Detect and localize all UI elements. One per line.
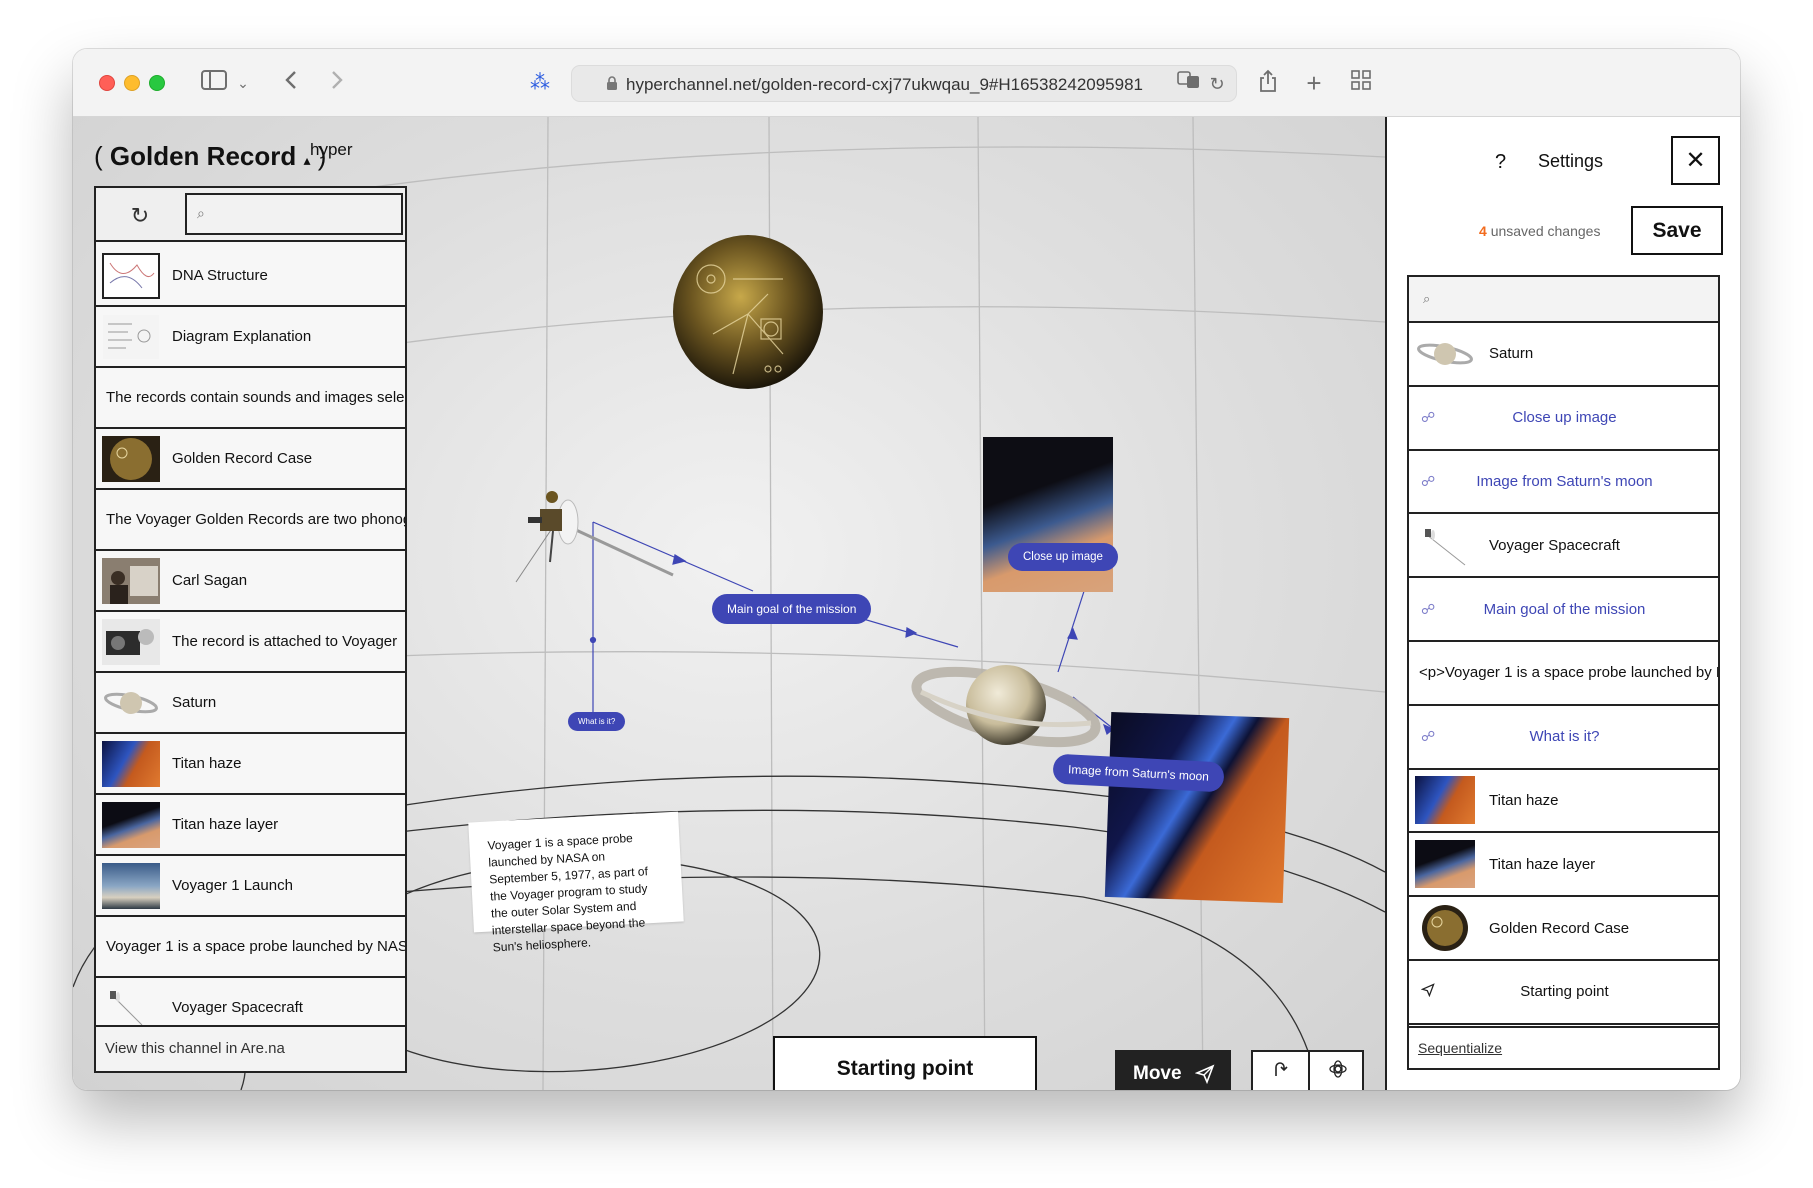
record-attached-thumb — [102, 618, 160, 665]
sequence-list-box: ⌕ Saturn ☍ Close up image ☍ Image from S… — [1407, 275, 1720, 1070]
list-item[interactable]: <p>Voyager 1 is a space probe launched b… — [1409, 642, 1718, 706]
link-icon: ☍ — [1421, 409, 1436, 426]
reload-icon[interactable]: ↻ — [1206, 70, 1228, 98]
new-tab-icon[interactable]: + — [1302, 69, 1326, 97]
golden-record-image[interactable] — [673, 234, 824, 391]
titan-haze-layer-thumb — [1415, 840, 1475, 889]
list-item[interactable]: The record is attached to Voyager — [96, 612, 405, 673]
view-tool-group — [1251, 1050, 1364, 1090]
list-item[interactable]: Starting point — [1409, 961, 1718, 1025]
site-favicon-icon: ⁂ — [530, 72, 550, 94]
list-item[interactable]: Saturn — [1409, 323, 1718, 387]
saturn-image[interactable] — [911, 657, 1101, 757]
list-item[interactable]: Titan haze — [96, 734, 405, 795]
channel-title[interactable]: ( Golden Record ▴ ) — [94, 141, 326, 172]
lock-icon — [607, 76, 617, 90]
list-item[interactable]: DNA Structure — [96, 246, 405, 307]
list-item[interactable]: Golden Record Case — [96, 429, 405, 490]
list-item[interactable]: Voyager 1 Launch — [96, 856, 405, 917]
starting-point-button[interactable]: Starting point — [773, 1036, 1037, 1090]
voyager-launch-thumb — [102, 862, 160, 909]
titan-haze-layer-thumb — [102, 801, 160, 848]
block-search-input[interactable]: ⌕ — [185, 193, 403, 235]
golden-record-case-thumb — [1422, 905, 1468, 952]
save-button[interactable]: Save — [1631, 206, 1723, 255]
block-list: DNA Structure Diagram Explanation The re… — [96, 246, 405, 1029]
list-item[interactable]: Voyager Spacecraft — [96, 978, 405, 1029]
orbit-icon[interactable] — [1310, 1052, 1365, 1090]
saturn-moon-image[interactable] — [1104, 711, 1290, 904]
refresh-icon[interactable]: ↻ — [126, 202, 154, 230]
block-list-panel: ↻ ⌕ DNA Structure Diagram Explanation Th… — [94, 186, 407, 1073]
list-item[interactable]: Voyager 1 is a space probe launched by N… — [96, 917, 405, 978]
list-item[interactable]: Carl Sagan — [96, 551, 405, 612]
view-in-arena-link[interactable]: View this channel in Are.na — [96, 1025, 405, 1071]
link-icon: ☍ — [1421, 728, 1436, 745]
list-item[interactable]: ☍ Image from Saturn's moon — [1409, 451, 1718, 515]
close-panel-button[interactable]: ✕ — [1671, 136, 1720, 185]
list-item[interactable]: Titan haze — [1409, 770, 1718, 834]
minimize-window-button[interactable] — [124, 75, 140, 91]
text-note[interactable]: Voyager 1 is a space probe launched by N… — [468, 811, 684, 954]
rotate-icon[interactable] — [1253, 1052, 1308, 1090]
voyager-spacecraft-image[interactable] — [498, 457, 678, 587]
saturn-thumb — [1417, 342, 1473, 365]
forward-icon[interactable] — [325, 69, 349, 97]
voyager-spacecraft-thumb — [110, 990, 143, 1025]
list-item[interactable]: ☍ What is it? — [1409, 706, 1718, 770]
help-button[interactable]: ? — [1495, 151, 1506, 174]
list-item[interactable]: Golden Record Case — [1409, 897, 1718, 961]
send-icon — [1420, 983, 1441, 1000]
close-window-button[interactable] — [99, 75, 115, 91]
sidebar-toggle-icon[interactable] — [199, 69, 229, 97]
graph-canvas[interactable]: ( Golden Record ▴ ) hyper Main goal of t… — [73, 117, 1385, 1090]
carl-sagan-thumb — [102, 557, 160, 604]
node-main-goal[interactable]: Main goal of the mission — [712, 594, 872, 624]
list-item[interactable]: The Voyager Golden Records are two phono… — [96, 490, 405, 551]
sequence-search-input[interactable]: ⌕ — [1409, 277, 1718, 323]
share-icon[interactable] — [1255, 69, 1281, 97]
url-text: hyperchannel.net/golden-record-cxj77ukwq… — [626, 75, 1143, 94]
channel-title-text: Golden Record — [109, 141, 297, 171]
saturn-thumb — [104, 691, 158, 714]
move-label: Move — [1133, 1063, 1182, 1084]
block-list-header: ↻ ⌕ — [96, 188, 405, 242]
diagram-thumb — [103, 314, 159, 359]
browser-window: ⌄ ⁂ hyperchannel.net/golden-record-cxj77… — [73, 49, 1740, 1090]
unsaved-count: 4 — [1479, 223, 1487, 239]
browser-toolbar: ⌄ ⁂ hyperchannel.net/golden-record-cxj77… — [73, 49, 1740, 117]
node-what-is-it[interactable]: What is it? — [568, 712, 626, 731]
titan-haze-thumb — [1415, 776, 1475, 825]
sequentialize-link[interactable]: Sequentialize — [1409, 1026, 1718, 1068]
list-item[interactable]: Voyager Spacecraft — [1409, 514, 1718, 579]
link-icon: ☍ — [1421, 472, 1436, 489]
chevron-down-icon[interactable]: ⌄ — [233, 69, 253, 97]
list-item[interactable]: Titan haze layer — [1409, 833, 1718, 898]
send-icon — [1195, 1064, 1215, 1084]
sequence-panel: ? Settings ✕ 4 unsaved changes Save ⌕ Sa… — [1385, 117, 1740, 1090]
address-bar[interactable]: hyperchannel.net/golden-record-cxj77ukwq… — [571, 65, 1237, 102]
move-button[interactable]: Move — [1115, 1050, 1231, 1090]
golden-record-case-thumb — [102, 435, 160, 482]
link-icon: ☍ — [1421, 600, 1436, 617]
list-item[interactable]: Titan haze layer — [96, 795, 405, 856]
back-icon[interactable] — [279, 69, 303, 97]
titan-haze-thumb — [102, 740, 160, 787]
list-item[interactable]: Saturn — [96, 673, 405, 734]
list-item[interactable]: Diagram Explanation — [96, 307, 405, 368]
list-item[interactable]: ☍ Close up image — [1409, 387, 1718, 451]
settings-button[interactable]: Settings — [1538, 151, 1603, 172]
unsaved-changes-status: 4 unsaved changes — [1479, 223, 1600, 239]
list-item[interactable]: ☍ Main goal of the mission — [1409, 578, 1718, 642]
translate-icon[interactable] — [1176, 70, 1202, 98]
node-close-up[interactable]: Close up image — [1008, 543, 1118, 571]
tab-overview-icon[interactable] — [1349, 69, 1373, 97]
unsaved-text: unsaved changes — [1490, 223, 1601, 239]
voyager-spacecraft-thumb — [1425, 529, 1466, 566]
channel-suffix: hyper — [310, 140, 353, 159]
list-item[interactable]: The records contain sounds and images se… — [96, 368, 405, 429]
dna-structure-thumb — [102, 252, 160, 299]
zoom-window-button[interactable] — [149, 75, 165, 91]
